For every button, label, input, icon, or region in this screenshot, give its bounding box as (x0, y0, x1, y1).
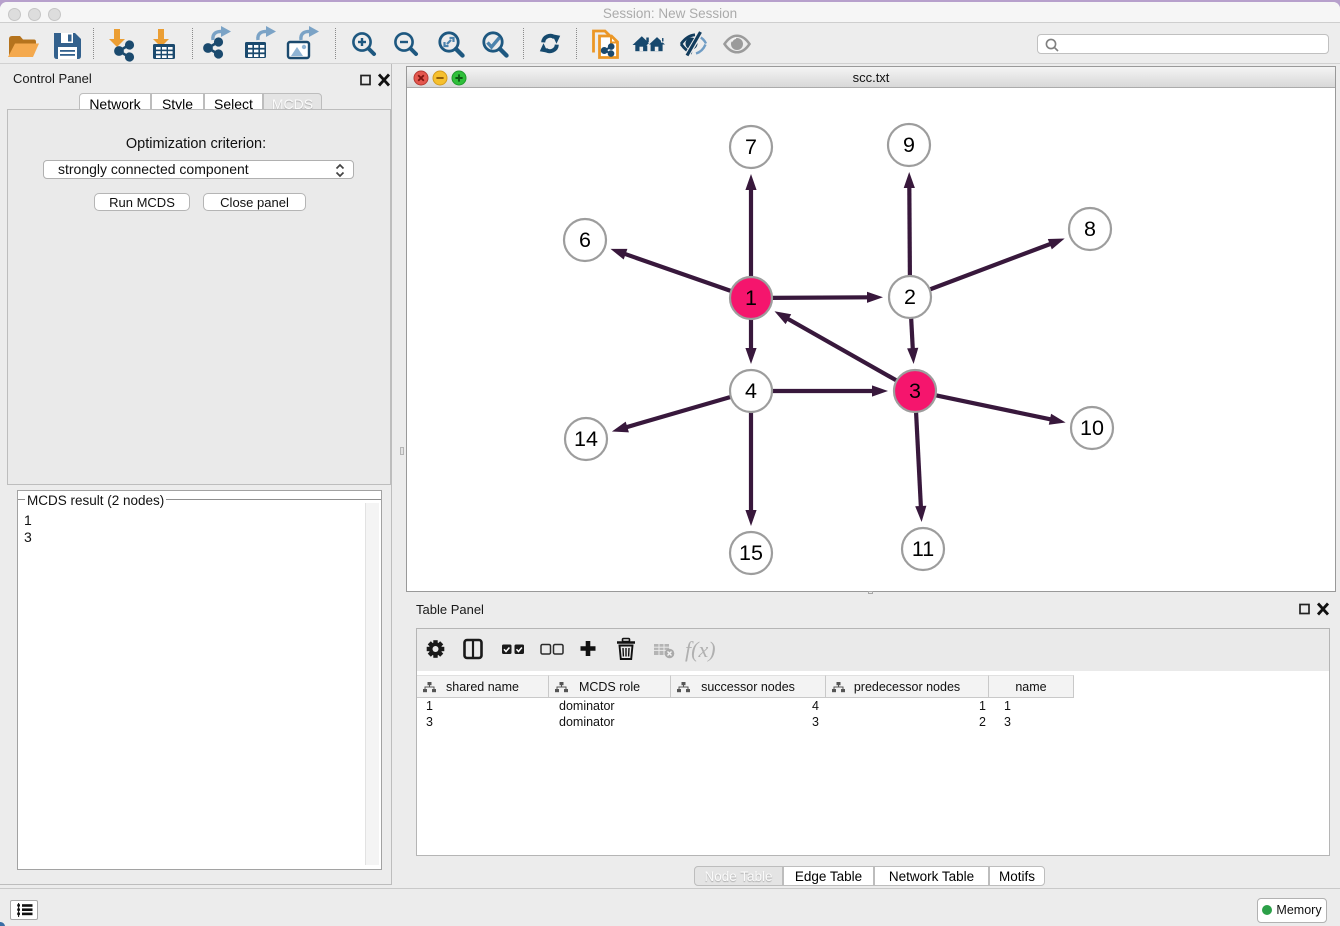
svg-text:2: 2 (904, 285, 916, 309)
svg-text:1: 1 (745, 286, 757, 310)
svg-text:15: 15 (739, 541, 763, 565)
svg-text:9: 9 (903, 133, 915, 157)
svg-text:7: 7 (745, 135, 757, 159)
svg-text:4: 4 (745, 379, 757, 403)
svg-text:10: 10 (1080, 416, 1104, 440)
svg-text:3: 3 (909, 379, 921, 403)
svg-text:14: 14 (574, 427, 598, 451)
svg-text:8: 8 (1084, 217, 1096, 241)
svg-text:11: 11 (912, 537, 934, 561)
svg-text:f(x): f(x) (685, 637, 716, 662)
svg-text:6: 6 (579, 228, 591, 252)
